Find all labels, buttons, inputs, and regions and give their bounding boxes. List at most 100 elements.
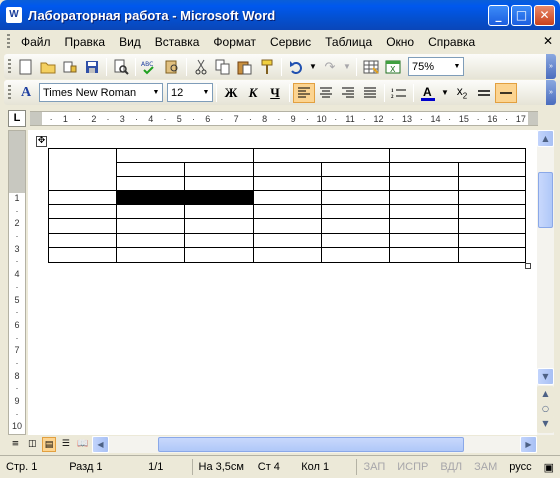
status-track-changes[interactable]: ИСПР xyxy=(391,461,434,473)
ruler-tick-label: · xyxy=(476,113,480,124)
ruler-tick-label: · xyxy=(362,113,366,124)
reading-layout-icon[interactable]: 📖 xyxy=(75,437,90,452)
menu-edit[interactable]: Правка xyxy=(58,35,113,49)
ruler-tick-label: 1 xyxy=(62,113,68,124)
font-name-value: Times New Roman xyxy=(43,86,137,99)
subscript-button[interactable]: x2 xyxy=(451,83,473,103)
styles-formatting-icon[interactable]: A xyxy=(15,82,37,104)
save-icon[interactable] xyxy=(81,56,103,78)
selected-cell[interactable] xyxy=(116,191,253,204)
underline-button[interactable]: Ч xyxy=(264,83,286,103)
vertical-scroll-thumb[interactable] xyxy=(538,172,553,228)
align-left-button[interactable] xyxy=(293,82,315,103)
toolbar-options-icon[interactable]: » xyxy=(546,80,556,105)
spelling-icon[interactable]: ABC xyxy=(139,56,161,78)
print-preview-icon[interactable] xyxy=(110,56,132,78)
scroll-up-icon[interactable]: ▲ xyxy=(537,130,554,147)
next-page-icon[interactable]: ▼ xyxy=(537,416,554,433)
title-bar: W Лабораторная работа - Microsoft Word _… xyxy=(0,0,560,30)
document-close-icon[interactable]: ✕ xyxy=(543,34,553,48)
copy-icon[interactable] xyxy=(212,56,234,78)
normal-view-icon[interactable]: ≡ xyxy=(8,437,23,452)
vertical-ruler-tick-label: · xyxy=(15,332,19,343)
print-layout-icon[interactable]: ▤ xyxy=(41,437,57,452)
scroll-right-icon[interactable]: ▶ xyxy=(520,436,537,453)
menu-window[interactable]: Окно xyxy=(379,35,421,49)
menu-file[interactable]: Файл xyxy=(14,35,58,49)
vertical-ruler-tick-label: · xyxy=(15,383,19,394)
status-extend[interactable]: ВДЛ xyxy=(434,461,468,473)
horizontal-scroll-thumb[interactable] xyxy=(158,437,464,452)
right-margin-area xyxy=(528,112,538,125)
font-size-select[interactable]: 12 ▼ xyxy=(167,83,213,102)
table-move-handle-icon[interactable]: ✥ xyxy=(36,136,47,147)
status-record[interactable]: ЗАП xyxy=(357,461,391,473)
paste-icon[interactable] xyxy=(234,56,256,78)
new-document-icon[interactable] xyxy=(15,56,37,78)
outline-view-icon[interactable]: ☰ xyxy=(58,437,73,452)
document-table[interactable] xyxy=(48,148,526,263)
ruler-tick-label: 6 xyxy=(205,113,211,124)
font-size-dropdown-icon[interactable]: ▼ xyxy=(200,84,212,101)
undo-icon[interactable] xyxy=(285,56,307,78)
font-name-select[interactable]: Times New Roman ▼ xyxy=(39,83,163,102)
font-color-button[interactable]: A xyxy=(417,83,439,103)
menu-format[interactable]: Формат xyxy=(206,35,263,49)
redo-icon[interactable]: ↷ xyxy=(319,56,341,78)
redo-dropdown-icon[interactable]: ▼ xyxy=(341,56,353,78)
insert-table-icon[interactable] xyxy=(360,56,382,78)
justify-button[interactable] xyxy=(359,83,381,103)
scroll-down-icon[interactable]: ▼ xyxy=(537,368,554,385)
permission-icon[interactable] xyxy=(59,56,81,78)
word-app-icon[interactable]: W xyxy=(6,7,22,23)
minimize-button[interactable]: _ xyxy=(488,5,509,26)
align-center-button[interactable] xyxy=(315,83,337,103)
ruler-tick-label: 3 xyxy=(119,113,125,124)
open-folder-icon[interactable] xyxy=(37,56,59,78)
maximize-button[interactable]: □ xyxy=(511,5,532,26)
align-right-button[interactable] xyxy=(337,83,359,103)
cut-icon[interactable] xyxy=(190,56,212,78)
vertical-ruler[interactable]: 1 · 2 · 3 · 4 · 5 · 6 · 7 · 8 · 9 · 10 xyxy=(8,130,26,435)
close-button[interactable]: ✕ xyxy=(534,5,555,26)
highlight-button[interactable] xyxy=(495,82,517,103)
format-painter-icon[interactable] xyxy=(256,56,278,78)
vertical-scrollbar[interactable]: ▲ ▼ ▲ ○ ▼ xyxy=(537,130,554,435)
menu-grip[interactable] xyxy=(7,34,10,50)
menu-view[interactable]: Вид xyxy=(112,35,148,49)
numbering-button[interactable]: 12 xyxy=(388,83,410,103)
ruler-tick-label: 4 xyxy=(148,113,154,124)
italic-button[interactable]: К xyxy=(242,83,264,103)
document-page[interactable]: ✥ xyxy=(28,130,537,435)
insert-excel-icon[interactable]: X xyxy=(382,56,404,78)
font-color-dropdown-icon[interactable]: ▼ xyxy=(439,82,451,104)
ruler-tick-label: · xyxy=(135,113,139,124)
bold-button[interactable]: Ж xyxy=(220,83,242,103)
svg-text:2: 2 xyxy=(391,95,394,99)
svg-text:A: A xyxy=(423,85,432,99)
menu-table[interactable]: Таблица xyxy=(318,35,379,49)
menu-insert[interactable]: Вставка xyxy=(148,35,207,49)
horizontal-scrollbar[interactable]: ◀ ▶ xyxy=(92,436,537,453)
horizontal-ruler[interactable]: · 1 · 2 · 3 · 4 · 5 · 6 · 7 · 8 · 9 · 10 · 11 · 12 · 13 · 14 · 15 · 16 ·… xyxy=(30,111,538,126)
toolbar-grip[interactable] xyxy=(8,58,11,75)
research-icon[interactable] xyxy=(161,56,183,78)
scroll-left-icon[interactable]: ◀ xyxy=(92,436,109,453)
table-resize-handle-icon[interactable] xyxy=(525,263,531,269)
menu-help[interactable]: Справка xyxy=(421,35,482,49)
spelling-status-icon[interactable]: ▣ xyxy=(538,461,560,474)
toolbar-options-icon[interactable]: » xyxy=(546,54,556,79)
zoom-dropdown-icon[interactable]: ▼ xyxy=(451,58,463,75)
zoom-select[interactable]: 75% ▼ xyxy=(408,57,464,76)
ruler-tick-label: · xyxy=(191,113,195,124)
menu-tools[interactable]: Сервис xyxy=(263,35,318,49)
status-overtype[interactable]: ЗАМ xyxy=(468,461,503,473)
undo-dropdown-icon[interactable]: ▼ xyxy=(307,56,319,78)
border-button[interactable] xyxy=(473,83,495,103)
font-name-dropdown-icon[interactable]: ▼ xyxy=(150,84,162,101)
ruler-tick-label: · xyxy=(334,113,338,124)
web-layout-icon[interactable]: ◫ xyxy=(25,437,40,452)
tab-selector[interactable]: L xyxy=(8,110,26,127)
vertical-ruler-tick-label: · xyxy=(15,231,19,242)
toolbar-grip[interactable] xyxy=(8,84,11,101)
